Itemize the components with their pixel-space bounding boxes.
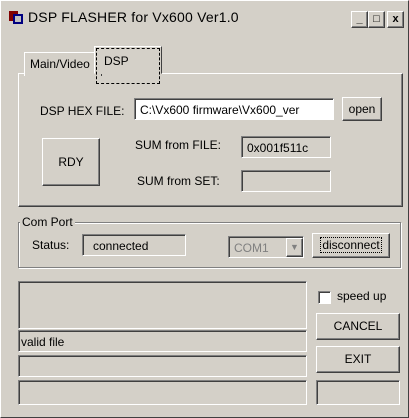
minimize-button[interactable]: _ bbox=[351, 11, 368, 28]
chevron-down-icon[interactable]: ▼ bbox=[286, 238, 303, 257]
cancel-button-label: CANCEL bbox=[333, 319, 383, 333]
dsp-hex-file-label: DSP HEX FILE: bbox=[40, 104, 125, 118]
maximize-icon: □ bbox=[373, 13, 380, 25]
status-field: connected bbox=[82, 234, 186, 256]
com-port-group-label: Com Port bbox=[20, 215, 75, 229]
speed-up-checkbox[interactable] bbox=[318, 291, 331, 304]
close-icon: x bbox=[392, 13, 399, 25]
log-line-4 bbox=[18, 380, 307, 405]
exit-button[interactable]: EXIT bbox=[316, 346, 400, 373]
progress-field bbox=[316, 380, 400, 405]
tab-dsp[interactable]: DSP bbox=[94, 46, 162, 74]
app-icon bbox=[9, 11, 23, 24]
disconnect-button-label: disconnect bbox=[320, 237, 382, 253]
sum-from-set-field bbox=[241, 170, 331, 192]
open-button[interactable]: open bbox=[342, 97, 382, 121]
open-button-label: open bbox=[348, 102, 376, 116]
com-port-select-value: COM1 bbox=[234, 241, 269, 255]
cancel-button[interactable]: CANCEL bbox=[316, 313, 400, 340]
tab-main-video[interactable]: Main/Video bbox=[24, 52, 102, 76]
log-line-2: valid file bbox=[18, 330, 307, 352]
rdy-button-label: RDY bbox=[58, 155, 84, 169]
window-title: DSP FLASHER for Vx600 Ver1.0 bbox=[28, 9, 239, 25]
log-line-1 bbox=[18, 281, 307, 329]
exit-button-label: EXIT bbox=[344, 352, 372, 366]
sum-from-set-label: SUM from SET: bbox=[137, 174, 220, 188]
speed-up-label: speed up bbox=[337, 289, 387, 303]
minimize-icon: _ bbox=[356, 13, 363, 25]
dsp-hex-file-input[interactable]: C:\Vx600 firmware\Vx600_ver bbox=[134, 98, 334, 120]
rdy-button[interactable]: RDY bbox=[42, 138, 100, 186]
close-button[interactable]: x bbox=[387, 11, 404, 28]
sum-from-file-label: SUM from FILE: bbox=[135, 138, 222, 152]
sum-from-file-field: 0x001f511c bbox=[241, 136, 331, 158]
title-bar[interactable]: DSP FLASHER for Vx600 Ver1.0 _ □ x bbox=[2, 2, 405, 32]
tab-dsp-label: DSP bbox=[104, 54, 129, 68]
disconnect-button[interactable]: disconnect bbox=[312, 233, 390, 258]
tab-main-video-label: Main/Video bbox=[30, 57, 90, 71]
status-label: Status: bbox=[32, 238, 70, 252]
log-line-3 bbox=[18, 355, 307, 377]
maximize-button[interactable]: □ bbox=[368, 11, 385, 28]
